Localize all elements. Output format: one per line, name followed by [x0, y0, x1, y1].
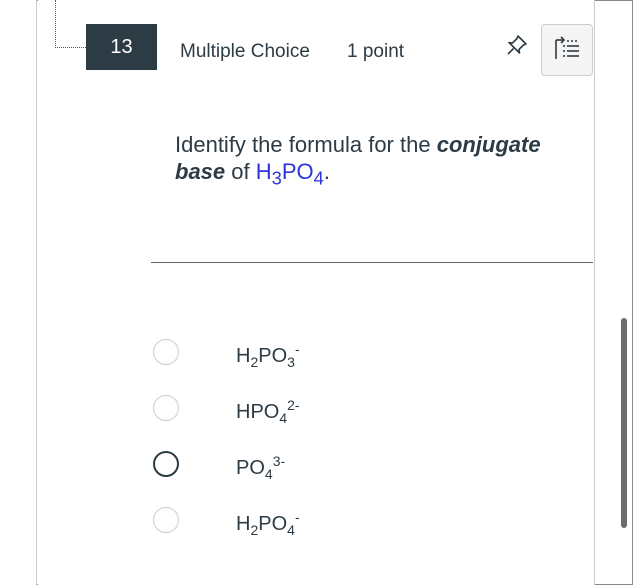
- formula-charge: -: [294, 509, 300, 525]
- formula-subscript: 4: [264, 466, 273, 482]
- left-gutter: [0, 0, 37, 585]
- question-prompt: Identify the formula for the conjugate b…: [175, 131, 575, 191]
- answer-label-3[interactable]: PO43-: [236, 453, 285, 482]
- flag-question-button[interactable]: [541, 24, 593, 76]
- answer-radio-4[interactable]: [153, 507, 179, 533]
- answer-label-2[interactable]: HPO42-: [236, 397, 300, 426]
- formula-part: H: [255, 159, 272, 184]
- answer-divider: [151, 262, 593, 263]
- formula-charge: 2-: [287, 397, 300, 413]
- formula-part: PO: [258, 513, 288, 535]
- formula-charge: 3-: [272, 453, 286, 469]
- formula-subscript: 3: [271, 167, 282, 189]
- answer-radio-1[interactable]: [153, 339, 179, 365]
- formula-part: H: [236, 345, 251, 367]
- formula-subscript: 3: [287, 354, 295, 370]
- answer-label-1[interactable]: H2PO3-: [236, 341, 300, 370]
- formula-part: H: [236, 513, 251, 535]
- answer-radio-2[interactable]: [153, 395, 179, 421]
- scrollbar-thumb[interactable]: [621, 318, 627, 528]
- pin-icon[interactable]: [505, 33, 529, 57]
- question-type: Multiple Choice: [180, 41, 310, 62]
- prompt-period: .: [323, 159, 330, 184]
- formula-part: PO: [236, 457, 265, 479]
- prompt-text: Identify the formula for the: [175, 132, 437, 157]
- flag-question-icon: [552, 33, 582, 68]
- dotted-connector: [55, 0, 86, 48]
- prompt-text-of: of: [225, 159, 256, 184]
- question-points: 1 point: [347, 41, 405, 62]
- formula-subscript: 4: [313, 167, 324, 189]
- answer-radio-3[interactable]: [153, 451, 179, 477]
- formula-charge: -: [294, 341, 300, 357]
- answer-label-4[interactable]: H2PO4-: [236, 509, 300, 538]
- formula-part: PO: [281, 159, 314, 184]
- question-number: 13: [86, 24, 157, 70]
- formula-subscript: 4: [287, 522, 295, 538]
- formula-part: HPO: [236, 401, 280, 423]
- question-card: [38, 0, 595, 585]
- formula-subscript: 4: [279, 410, 288, 426]
- prompt-formula: H3PO4: [255, 159, 324, 188]
- formula-part: PO: [258, 345, 288, 367]
